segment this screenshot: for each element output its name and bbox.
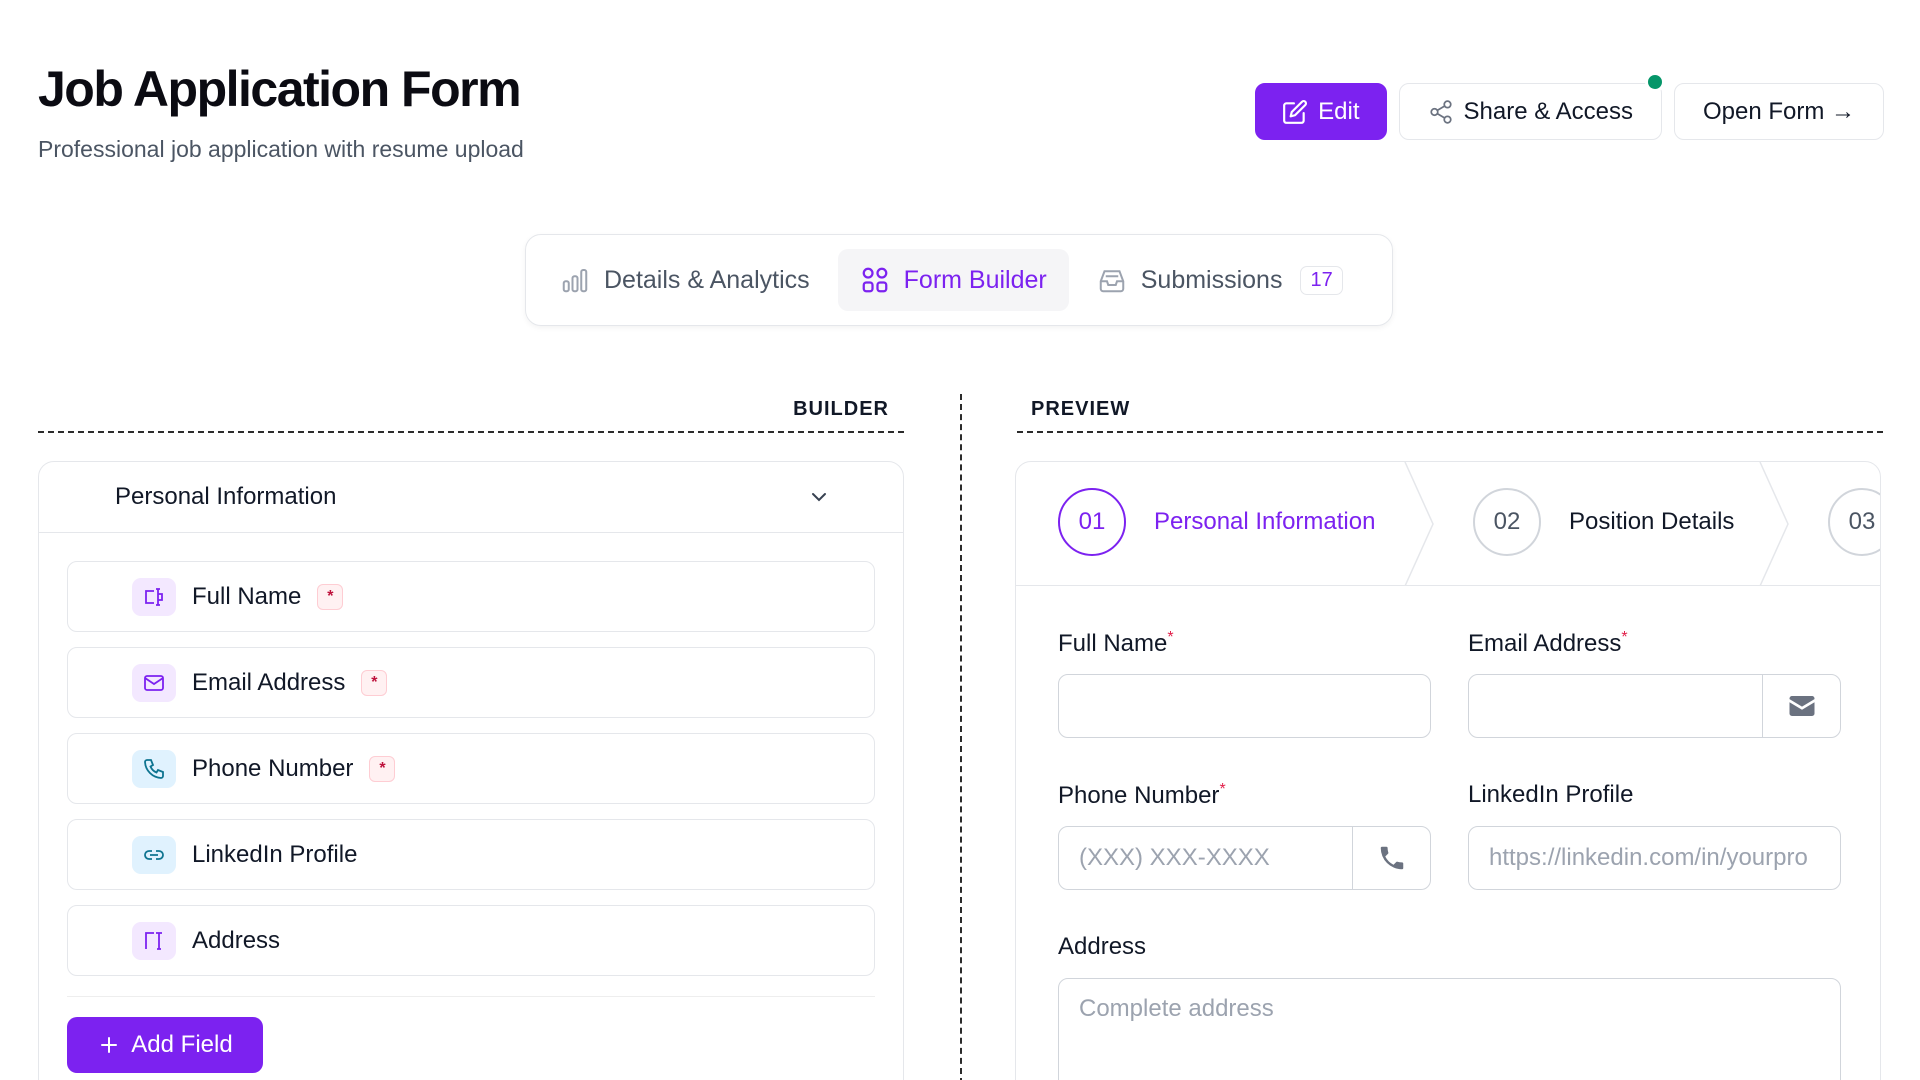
section-header[interactable]: Personal Information <box>39 462 903 533</box>
field-item-phone[interactable]: Phone Number * <box>67 733 875 804</box>
field-list: Full Name * Email Address * Phone Number… <box>39 533 903 976</box>
add-field-separator <box>67 996 875 997</box>
tab-label: Submissions <box>1140 265 1283 294</box>
field-label: Full Name <box>192 582 302 610</box>
step-indicator: 01 Personal Information 02 Position Deta… <box>1016 462 1880 586</box>
email-input[interactable] <box>1468 674 1841 738</box>
step-number: 02 <box>1473 488 1541 556</box>
field-item-address[interactable]: Address <box>67 905 875 976</box>
mail-icon <box>132 663 176 702</box>
phone-input[interactable]: (XXX) XXX-XXXX <box>1058 826 1431 890</box>
edit-icon <box>1283 99 1308 124</box>
step-label: Position Details <box>1569 508 1735 535</box>
required-badge: * <box>369 755 396 782</box>
header-actions: Edit Share & Access Open Form → <box>1255 72 1884 140</box>
submissions-count-badge: 17 <box>1300 265 1343 295</box>
envelope-icon <box>1762 675 1840 737</box>
text-input-icon <box>132 577 176 616</box>
inbox-icon <box>1099 270 1124 293</box>
builder-heading: BUILDER <box>793 398 889 420</box>
step-label: Personal Information <box>1154 508 1376 535</box>
column-divider <box>960 394 962 1080</box>
required-badge: * <box>361 669 388 696</box>
linkedin-input[interactable]: https://linkedin.com/in/yourpro <box>1468 826 1841 890</box>
field-label: Address <box>192 926 281 954</box>
address-label: Address <box>1058 933 1147 960</box>
step-number: 03 <box>1828 488 1880 556</box>
text-area-icon <box>132 921 176 960</box>
edit-button-label: Edit <box>1318 97 1360 125</box>
tab-details-analytics[interactable]: Details & Analytics <box>538 249 832 311</box>
preview-heading: PREVIEW <box>1031 398 1131 420</box>
share-button-label: Share & Access <box>1463 97 1633 125</box>
builder-panel: Personal Information Full Name * Email A… <box>38 461 904 1080</box>
share-access-button[interactable]: Share & Access <box>1398 72 1665 140</box>
step-separator <box>1759 462 1789 586</box>
open-form-button[interactable]: Open Form → <box>1673 83 1884 140</box>
field-label: LinkedIn Profile <box>192 840 358 868</box>
field-label: Email Address <box>192 668 346 696</box>
preview-divider <box>1017 431 1883 433</box>
step-position-details[interactable]: 02 Position Details <box>1473 488 1734 556</box>
builder-divider <box>38 431 904 433</box>
tab-label: Details & Analytics <box>604 265 810 294</box>
tab-form-builder[interactable]: Form Builder <box>837 249 1069 311</box>
open-form-label: Open Form → <box>1702 97 1855 125</box>
field-item-linkedin[interactable]: LinkedIn Profile <box>67 819 875 890</box>
bar-chart-icon <box>562 269 588 293</box>
plus-icon <box>101 1037 118 1053</box>
chevron-down-icon[interactable] <box>807 485 831 509</box>
phone-icon <box>1352 827 1430 889</box>
edit-button[interactable]: Edit <box>1255 83 1387 140</box>
phone-label: Phone Number* <box>1058 781 1226 809</box>
step-personal-information[interactable]: 01 Personal Information <box>1058 488 1375 556</box>
field-item-full-name[interactable]: Full Name * <box>67 561 875 632</box>
share-icon <box>1429 99 1452 124</box>
required-badge: * <box>317 583 344 610</box>
field-label: Phone Number <box>192 754 354 782</box>
step-three[interactable]: 03 <box>1828 488 1880 556</box>
phone-icon <box>132 749 176 788</box>
page-subtitle: Professional job application with resume… <box>38 136 524 162</box>
tab-submissions[interactable]: Submissions 17 <box>1075 249 1365 311</box>
status-dot <box>1644 72 1665 92</box>
section-title: Personal Information <box>115 483 337 510</box>
add-field-button[interactable]: Add Field <box>67 1017 263 1073</box>
full-name-input[interactable] <box>1058 674 1431 738</box>
address-textarea[interactable]: Complete address <box>1058 978 1841 1080</box>
preview-panel: 01 Personal Information 02 Position Deta… <box>1015 461 1881 1080</box>
link-icon <box>132 835 176 874</box>
step-number: 01 <box>1058 488 1126 556</box>
page-title: Job Application Form <box>38 61 522 117</box>
email-label: Email Address* <box>1468 629 1628 657</box>
grid-icon <box>862 267 888 293</box>
field-item-email[interactable]: Email Address * <box>67 647 875 718</box>
full-name-label: Full Name* <box>1058 629 1174 657</box>
tab-bar: Details & Analytics Form Builder Submiss… <box>525 234 1393 326</box>
linkedin-label: LinkedIn Profile <box>1468 781 1634 808</box>
tab-label: Form Builder <box>903 265 1047 294</box>
step-separator <box>1404 462 1434 586</box>
add-field-label: Add Field <box>131 1031 233 1058</box>
